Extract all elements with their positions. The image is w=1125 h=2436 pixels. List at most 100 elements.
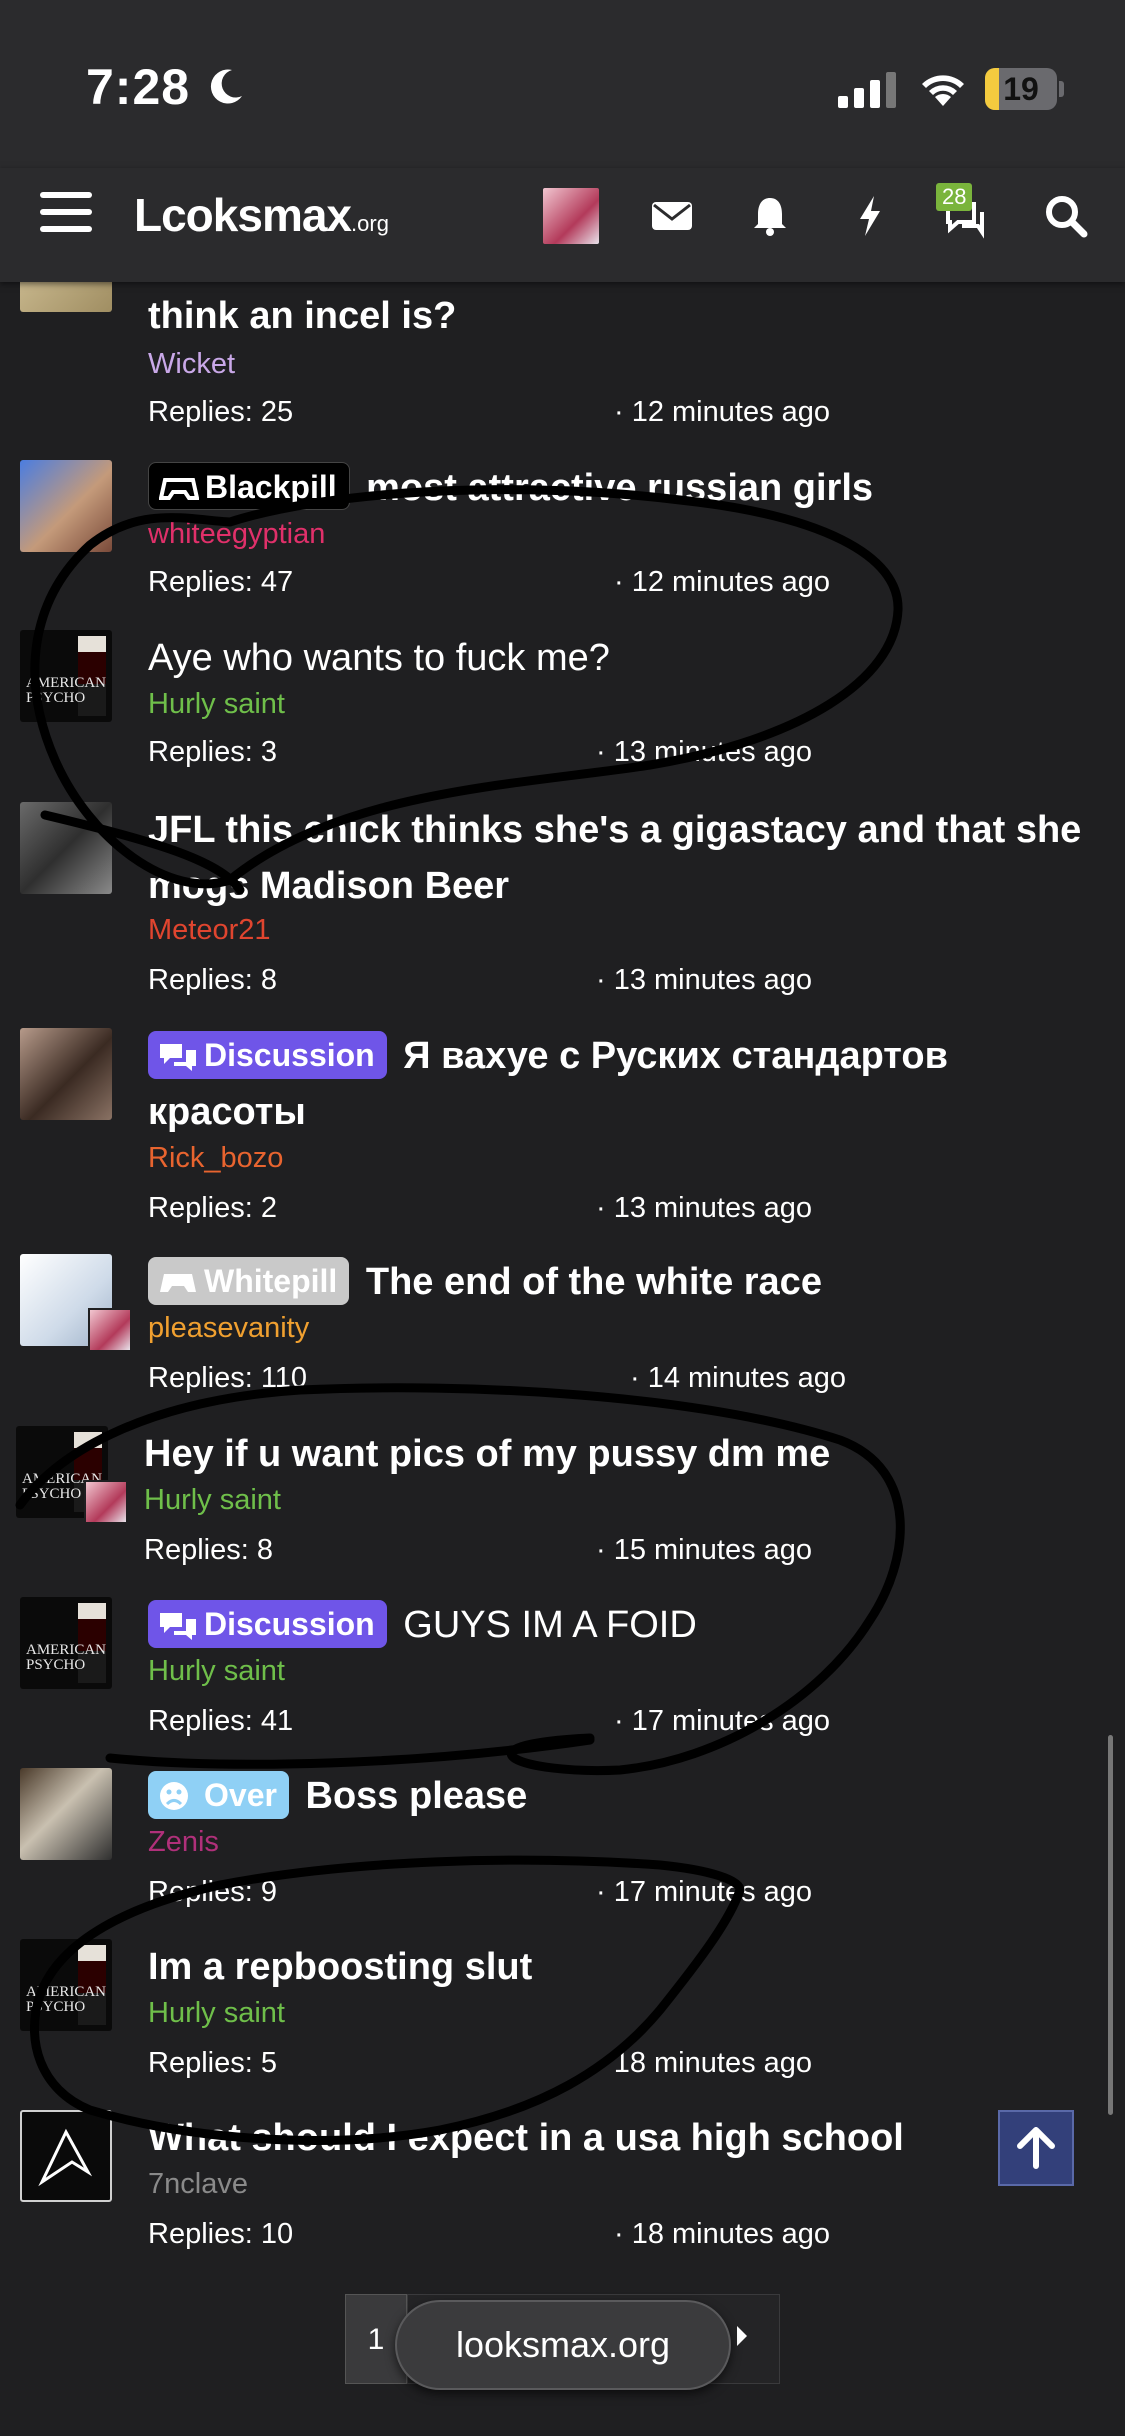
avatar-caption: AMERICAN PSYCHO	[26, 1984, 107, 2015]
gamepad-icon	[160, 1274, 196, 1292]
last-activity-time[interactable]: · 12 minutes ago	[614, 566, 830, 599]
prefix-badge[interactable]: Whitepill	[148, 1257, 350, 1305]
discussion-chat-icon	[160, 1044, 196, 1071]
thread-title[interactable]: Whitepill The end of the white race	[148, 1254, 1088, 1310]
avatar[interactable]	[20, 802, 112, 894]
thread-title[interactable]: Blackpill most attractive russian girls	[148, 460, 1088, 516]
scroll-to-top-button[interactable]	[998, 2110, 1074, 2186]
thread-title[interactable]: Im a repboosting slut	[148, 1939, 1088, 1995]
last-activity-time[interactable]: · 15 minutes ago	[596, 1534, 812, 1567]
reply-count: Replies: 41	[148, 1705, 294, 1737]
reply-count: Replies: 25	[148, 396, 294, 428]
thread-author[interactable]: 7nclave	[148, 2168, 248, 2201]
last-activity-time[interactable]: · 14 minutes ago	[630, 1362, 846, 1395]
inbox-envelope-icon[interactable]	[648, 192, 696, 240]
avatar-caption: AMERICAN PSYCHO	[26, 1642, 107, 1673]
last-activity-time[interactable]: · 17 minutes ago	[596, 1876, 812, 1909]
status-time: 7:28	[86, 59, 191, 115]
conversations-badge: 28	[936, 183, 973, 211]
next-page-icon[interactable]	[737, 2326, 747, 2346]
whats-new-lightning-icon[interactable]	[846, 192, 894, 240]
logo-text: Lcoksmax	[134, 189, 352, 241]
prefix-label: Discussion	[204, 1037, 375, 1073]
thread-author[interactable]: Zenis	[148, 1826, 219, 1859]
last-activity-time[interactable]: · 13 minutes ago	[596, 736, 812, 769]
thread-author[interactable]: Wicket	[148, 348, 235, 381]
avatar[interactable]: AMERICAN PSYCHO	[20, 630, 112, 722]
browser-url-pill[interactable]: looksmax.org	[395, 2300, 731, 2390]
thread-author[interactable]: Hurly saint	[144, 1484, 281, 1517]
reply-count: Replies: 9	[148, 1876, 277, 1908]
thread-title-text: What should I expect in a usa high schoo…	[148, 2117, 904, 2159]
scrollbar[interactable]	[1108, 1735, 1113, 2115]
last-activity-time[interactable]: · 13 minutes ago	[596, 1192, 812, 1225]
thread-author[interactable]: Hurly saint	[148, 1997, 285, 2030]
reply-count: Replies: 5	[148, 2047, 277, 2079]
thread-title-text: Im a repboosting slut	[148, 1946, 533, 1988]
wifi-icon	[922, 75, 964, 106]
thread-title[interactable]: What should I expect in a usa high schoo…	[148, 2110, 988, 2166]
last-poster-avatar[interactable]	[84, 1480, 128, 1524]
last-poster-avatar[interactable]	[88, 1308, 132, 1352]
reply-count: Replies: 8	[144, 1534, 273, 1566]
avatar[interactable]	[20, 1028, 112, 1120]
prefix-badge[interactable]: Discussion	[148, 1600, 387, 1648]
thread-title-text: most attractive russian girls	[366, 467, 874, 509]
thread-title-text: GUYS IM A FOID	[403, 1604, 697, 1646]
prefix-badge[interactable]: Over	[148, 1771, 289, 1819]
thread-title[interactable]: Over Boss please	[148, 1768, 1088, 1824]
reply-count: Replies: 110	[148, 1362, 308, 1394]
thread-title-text: Hey if u want pics of my pussy dm me	[144, 1433, 831, 1475]
prefix-badge[interactable]: Discussion	[148, 1031, 387, 1079]
avatar-caption: AMERICAN PSYCHO	[26, 675, 107, 706]
last-activity-time[interactable]: · 18 minutes ago	[614, 2218, 830, 2251]
thread-title[interactable]: JFL this chick thinks she's a gigastacy …	[148, 802, 1088, 914]
last-activity-time[interactable]: · 18 minutes ago	[596, 2047, 812, 2080]
thread-title[interactable]: think an incel is?	[148, 288, 1088, 344]
thread-author[interactable]: Rick_bozo	[148, 1142, 283, 1175]
thread-title[interactable]: Discussion Я вахуе с Руских стандартов к…	[148, 1028, 1088, 1140]
avatar[interactable]	[20, 1768, 112, 1860]
gamepad-icon	[159, 478, 199, 500]
thread-title-text: think an incel is?	[148, 295, 457, 337]
reply-count: Replies: 8	[148, 964, 277, 996]
thread-author[interactable]: whiteegyptian	[148, 518, 325, 551]
sad-face-icon	[160, 1782, 188, 1810]
prefix-label: Whitepill	[204, 1263, 338, 1299]
avatar[interactable]: AMERICAN PSYCHO	[20, 1597, 112, 1689]
menu-icon[interactable]	[40, 192, 92, 240]
do-not-disturb-moon-icon	[210, 69, 242, 104]
thread-title[interactable]: Aye who wants to fuck me?	[148, 630, 1088, 686]
prefix-badge[interactable]: Blackpill	[148, 462, 350, 510]
site-logo[interactable]: Lcoksmax.org	[134, 188, 389, 242]
user-avatar[interactable]	[543, 188, 599, 244]
arrow-up-icon	[1017, 2127, 1055, 2169]
last-activity-time[interactable]: · 12 minutes ago	[614, 396, 830, 429]
bird-logo-icon	[38, 2128, 93, 2187]
avatar[interactable]	[20, 460, 112, 552]
thread-author[interactable]: pleasevanity	[148, 1312, 309, 1345]
discussion-chat-icon	[160, 1613, 196, 1640]
prefix-label: Discussion	[204, 1606, 375, 1642]
avatar[interactable]: AMERICAN PSYCHO	[20, 1939, 112, 2031]
battery-icon: 19	[985, 68, 1065, 110]
thread-title-text: Boss please	[305, 1775, 528, 1817]
reply-count: Replies: 47	[148, 566, 294, 598]
thread-title[interactable]: Hey if u want pics of my pussy dm me	[144, 1426, 1084, 1482]
avatar[interactable]	[20, 2110, 112, 2202]
logo-suffix: .org	[351, 211, 389, 236]
last-activity-time[interactable]: · 13 minutes ago	[596, 964, 812, 997]
reply-count: Replies: 10	[148, 2218, 294, 2250]
search-icon[interactable]	[1042, 192, 1090, 240]
battery-percent: 19	[1003, 71, 1039, 107]
prefix-label: Blackpill	[205, 469, 337, 505]
thread-title-text: JFL this chick thinks she's a gigastacy …	[148, 809, 1082, 907]
thread-title[interactable]: Discussion GUYS IM A FOID	[148, 1597, 1088, 1653]
thread-author[interactable]: Hurly saint	[148, 688, 285, 721]
reply-count: Replies: 2	[148, 1192, 277, 1224]
thread-author[interactable]: Hurly saint	[148, 1655, 285, 1688]
site-navbar: Lcoksmax.org 28	[0, 168, 1125, 282]
notifications-bell-icon[interactable]	[746, 192, 794, 240]
thread-author[interactable]: Meteor21	[148, 914, 271, 947]
last-activity-time[interactable]: · 17 minutes ago	[614, 1705, 830, 1738]
